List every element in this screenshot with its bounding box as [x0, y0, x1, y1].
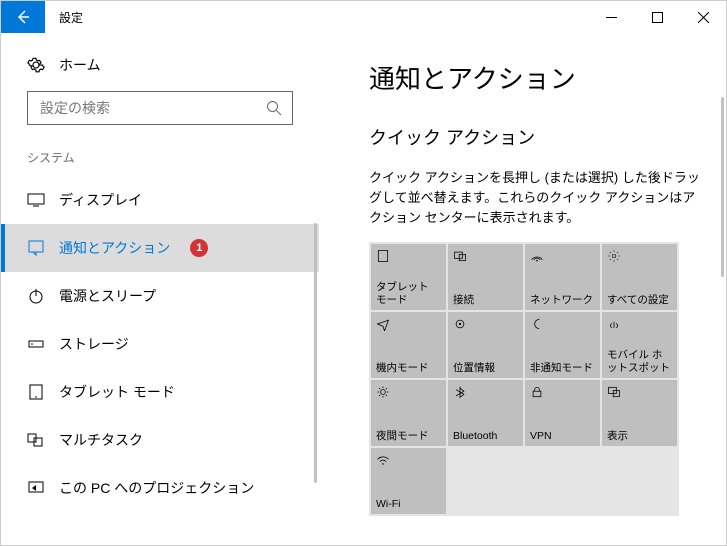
tile-label: VPN [530, 430, 595, 443]
quick-action-tile[interactable]: 非通知モード [525, 312, 600, 378]
sidebar-item-projection[interactable]: この PC へのプロジェクション [1, 464, 319, 512]
tablet-icon [27, 383, 45, 401]
sidebar-item-label: 電源とスリープ [59, 286, 156, 306]
tile-label: 位置情報 [453, 362, 518, 375]
wifi-icon [376, 453, 441, 469]
bluetooth-icon [453, 385, 518, 401]
annotation-badge-1: 1 [190, 239, 208, 257]
close-icon [698, 12, 709, 23]
sidebar-item-label: マルチタスク [59, 430, 143, 450]
maximize-button[interactable] [634, 1, 680, 33]
tile-label: 機内モード [376, 362, 441, 375]
quick-action-tile[interactable]: 夜間モード [371, 380, 446, 446]
tile-label: 夜間モード [376, 430, 441, 443]
search-icon [266, 100, 282, 116]
power-icon [27, 287, 45, 305]
quick-action-tile[interactable]: モバイル ホットスポット [602, 312, 677, 378]
home-row[interactable]: ホーム [1, 55, 319, 91]
tile-label: 表示 [607, 430, 672, 443]
tile-label: 接続 [453, 294, 518, 307]
quick-action-tile[interactable]: 接続 [448, 244, 523, 310]
back-button[interactable] [1, 1, 45, 33]
tablet-icon [376, 249, 441, 265]
sidebar-scrollbar[interactable] [314, 223, 317, 483]
sidebar-item-label: この PC へのプロジェクション [59, 478, 254, 498]
content-area: ホーム システム ディスプレイ 通知とアクション 1 電源とスリープ ストレージ… [1, 33, 726, 545]
quick-action-tile[interactable]: 機内モード [371, 312, 446, 378]
tile-label: すべての設定 [607, 294, 672, 307]
storage-icon [27, 335, 45, 353]
display-icon [27, 191, 45, 209]
quick-action-tile[interactable]: すべての設定 [602, 244, 677, 310]
main-pane: 通知とアクション クイック アクション クイック アクションを長押し (または選… [319, 33, 726, 545]
notifications-icon [27, 239, 45, 257]
airplane-icon [376, 317, 441, 333]
minimize-button[interactable] [588, 1, 634, 33]
section-heading: クイック アクション [369, 124, 702, 150]
search-field[interactable] [27, 91, 293, 125]
tile-label: Bluetooth [453, 430, 518, 443]
search-input[interactable] [38, 99, 266, 117]
gear-icon [27, 56, 45, 74]
tile-label: ネットワーク [530, 294, 595, 307]
maximize-icon [652, 12, 663, 23]
sidebar-item-notifications[interactable]: 通知とアクション 1 [1, 224, 319, 272]
quick-action-tile[interactable]: ネットワーク [525, 244, 600, 310]
section-label: システム [1, 149, 319, 176]
tile-label: タブレット モード [376, 281, 441, 306]
sidebar-item-display[interactable]: ディスプレイ [1, 176, 319, 224]
connect-icon [453, 249, 518, 265]
sidebar-item-label: ストレージ [59, 334, 129, 354]
section-description: クイック アクションを長押し (または選択) した後ドラッグして並べ替えます。こ… [369, 168, 702, 228]
window-controls [588, 1, 726, 33]
titlebar: 設定 [1, 1, 726, 33]
quick-action-tile[interactable]: 表示 [602, 380, 677, 446]
multitask-icon [27, 431, 45, 449]
hotspot-icon [607, 317, 672, 333]
minimize-icon [606, 12, 617, 23]
settings-icon [607, 249, 672, 265]
sidebar-item-tablet[interactable]: タブレット モード [1, 368, 319, 416]
page-title: 通知とアクション [369, 59, 702, 96]
sidebar-item-label: 通知とアクション [59, 238, 170, 258]
sidebar-item-power[interactable]: 電源とスリープ [1, 272, 319, 320]
main-scrollbar[interactable] [721, 97, 724, 277]
project-icon [607, 385, 672, 401]
quick-action-tile[interactable]: Wi-Fi [371, 448, 446, 514]
sidebar-item-storage[interactable]: ストレージ [1, 320, 319, 368]
network-icon [530, 249, 595, 265]
quick-action-tile[interactable]: タブレット モード [371, 244, 446, 310]
quick-action-tile[interactable]: 位置情報 [448, 312, 523, 378]
sidebar-item-label: ディスプレイ [59, 190, 142, 210]
sidebar-item-label: タブレット モード [59, 382, 175, 402]
night-icon [376, 385, 441, 401]
sidebar-item-multitask[interactable]: マルチタスク [1, 416, 319, 464]
location-icon [453, 317, 518, 333]
back-arrow-icon [15, 9, 31, 25]
tile-label: 非通知モード [530, 362, 595, 375]
vpn-icon [530, 385, 595, 401]
projection-icon [27, 479, 45, 497]
tile-label: Wi-Fi [376, 498, 441, 511]
close-button[interactable] [680, 1, 726, 33]
tile-label: モバイル ホットスポット [607, 349, 672, 374]
window-title: 設定 [45, 9, 83, 26]
moon-icon [530, 317, 595, 333]
quick-action-tile[interactable]: Bluetooth [448, 380, 523, 446]
home-label: ホーム [59, 55, 101, 75]
quick-action-tile[interactable]: VPN [525, 380, 600, 446]
sidebar: ホーム システム ディスプレイ 通知とアクション 1 電源とスリープ ストレージ… [1, 33, 319, 545]
quick-actions-grid: タブレット モード接続ネットワークすべての設定機内モード位置情報非通知モードモバ… [369, 242, 679, 516]
